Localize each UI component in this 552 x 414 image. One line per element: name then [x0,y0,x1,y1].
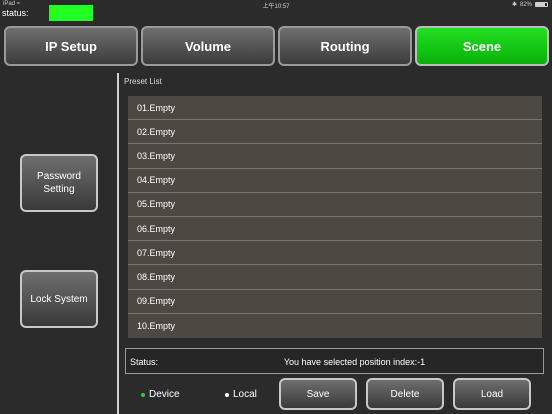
selection-status-message: You have selected position index:-1 [283,357,426,367]
preset-item[interactable]: 10.Empty [128,314,542,338]
tab-label: IP Setup [45,38,97,54]
tab-label: Scene [462,38,502,54]
radio-label: Local [233,389,257,400]
lock-system-button[interactable]: Lock System [20,270,98,328]
tab-label: Volume [185,38,231,54]
tab-label: Routing [320,38,370,54]
bluetooth-icon: ✱ [511,2,517,8]
preset-item[interactable]: 06.Empty [128,217,542,242]
preset-item[interactable]: 09.Empty [128,290,542,314]
preset-item[interactable]: 05.Empty [128,193,542,217]
battery-icon [535,2,548,7]
tab-ip-setup[interactable]: IP Setup [4,26,138,66]
tab-scene[interactable]: Scene [415,26,549,66]
radio-dot-icon [141,392,145,397]
preset-item[interactable]: 04.Empty [128,169,542,193]
source-local-radio[interactable]: Local [225,389,257,400]
radio-dot-icon [225,392,229,397]
preset-list: 01.Empty 02.Empty 03.Empty 04.Empty 05.E… [128,96,542,338]
password-setting-button[interactable]: Password Setting [20,154,98,212]
battery-percent: 82% [519,1,532,8]
preset-item[interactable]: 02.Empty [128,120,542,145]
preset-item[interactable]: 03.Empty [128,144,542,169]
radio-label: Device [149,389,180,400]
connection-status-indicator [49,5,93,21]
preset-item[interactable]: 07.Empty [128,241,542,266]
preset-item[interactable]: 08.Empty [128,265,542,290]
tab-volume[interactable]: Volume [141,26,275,66]
save-button[interactable]: Save [279,378,357,410]
delete-button[interactable]: Delete [366,378,444,410]
load-button[interactable]: Load [453,378,531,410]
selection-status-bar: Status: You have selected position index… [125,348,544,374]
battery-fill [536,3,546,6]
tab-routing[interactable]: Routing [278,26,412,66]
battery-area: ✱ 82% [512,1,548,8]
preset-list-title: Preset List [124,77,162,86]
panel-divider [117,73,119,414]
preset-item[interactable]: 01.Empty [128,96,542,121]
status-label: status: [2,8,29,18]
source-device-radio[interactable]: Device [141,389,180,400]
